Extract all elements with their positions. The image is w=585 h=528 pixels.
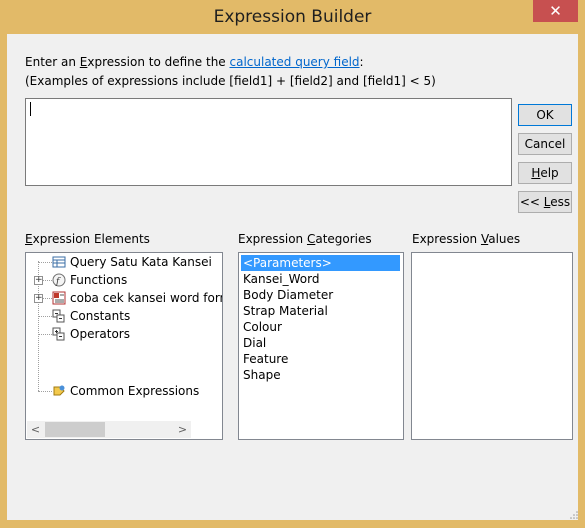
- expression-categories-list[interactable]: <Parameters> Kansei_Word Body Diameter S…: [238, 252, 404, 440]
- tree-item-label: Functions: [70, 273, 128, 287]
- window-title: Expression Builder: [213, 7, 372, 27]
- elements-accel: E: [25, 232, 33, 246]
- common-expressions-icon: [52, 384, 66, 398]
- category-item[interactable]: Feature: [241, 351, 288, 367]
- functions-icon: f: [52, 273, 66, 287]
- instruction-prefix: Enter an: [25, 55, 80, 69]
- categories-header-rest: ategories: [315, 232, 372, 246]
- tree-line: [38, 316, 52, 317]
- tree-item-label: Common Expressions: [70, 384, 200, 398]
- tree-item-label: Constants: [70, 309, 131, 323]
- less-label-rest: ess: [550, 195, 571, 209]
- calculated-query-field-link[interactable]: calculated query field: [230, 55, 360, 69]
- cancel-button[interactable]: Cancel: [518, 133, 572, 155]
- less-button[interactable]: << Less: [518, 191, 572, 213]
- categories-header-prefix: Expression: [238, 232, 307, 246]
- form-icon: [52, 291, 66, 305]
- title-bar[interactable]: Expression Builder ✕: [0, 0, 585, 34]
- help-button[interactable]: Help: [518, 162, 572, 184]
- expression-values-header: Expression Values: [412, 232, 520, 246]
- instruction-line-1: Enter an Expression to define the calcul…: [25, 55, 364, 69]
- tree-item-label: Operators: [70, 327, 130, 341]
- tree-item-label: Query Satu Kata Kansei: [70, 255, 212, 269]
- window-frame-right: [578, 34, 585, 528]
- tree-item-label: coba cek kansei word form: [70, 291, 223, 305]
- resize-grip[interactable]: [570, 511, 578, 519]
- instruction-line-2: (Examples of expressions include [field1…: [25, 74, 436, 88]
- help-label-rest: elp: [540, 166, 559, 180]
- tree-line: [43, 280, 52, 281]
- less-prefix: <<: [519, 195, 544, 209]
- expand-form-button[interactable]: +: [34, 294, 43, 303]
- expression-elements-header: Expression Elements: [25, 232, 150, 246]
- values-header-rest: alues: [488, 232, 521, 246]
- help-accel: H: [531, 166, 541, 180]
- category-item[interactable]: Body Diameter: [241, 287, 333, 303]
- category-item[interactable]: Colour: [241, 319, 282, 335]
- instruction-mid: xpression to define the: [87, 55, 230, 69]
- category-item[interactable]: Shape: [241, 367, 281, 383]
- scroll-thumb[interactable]: [45, 422, 105, 437]
- window-frame-left: [0, 34, 7, 528]
- category-item[interactable]: Strap Material: [241, 303, 328, 319]
- tree-line: [43, 298, 52, 299]
- expand-functions-button[interactable]: +: [34, 276, 43, 285]
- dialog-body: Enter an Expression to define the calcul…: [7, 34, 578, 520]
- elements-header-rest: xpression Elements: [32, 232, 150, 246]
- values-header-prefix: Expression: [412, 232, 481, 246]
- text-caret: [30, 102, 31, 116]
- expression-categories-header: Expression Categories: [238, 232, 372, 246]
- scroll-right-arrow[interactable]: >: [174, 421, 191, 438]
- query-icon: [52, 255, 66, 269]
- tree-line: [38, 391, 52, 392]
- category-item[interactable]: Dial: [241, 335, 266, 351]
- instruction-suffix: :: [359, 55, 364, 69]
- close-button[interactable]: ✕: [533, 0, 578, 22]
- constants-icon: [52, 309, 66, 323]
- category-item-selected[interactable]: <Parameters>: [241, 255, 400, 271]
- category-item[interactable]: Kansei_Word: [241, 271, 319, 287]
- tree-line: [38, 262, 52, 263]
- window-frame-bottom: [0, 520, 585, 528]
- expression-values-list[interactable]: [411, 252, 573, 440]
- tree-line: [38, 334, 52, 335]
- ok-button[interactable]: OK: [518, 104, 572, 126]
- elements-horizontal-scrollbar[interactable]: < >: [27, 421, 191, 438]
- expression-input[interactable]: [25, 98, 512, 186]
- operators-icon: [52, 327, 66, 341]
- expression-elements-tree[interactable]: Query Satu Kata Kansei + f Functions + c…: [25, 252, 223, 440]
- scroll-left-arrow[interactable]: <: [27, 421, 44, 438]
- expression-builder-window: Expression Builder ✕ Enter an Expression…: [0, 0, 585, 528]
